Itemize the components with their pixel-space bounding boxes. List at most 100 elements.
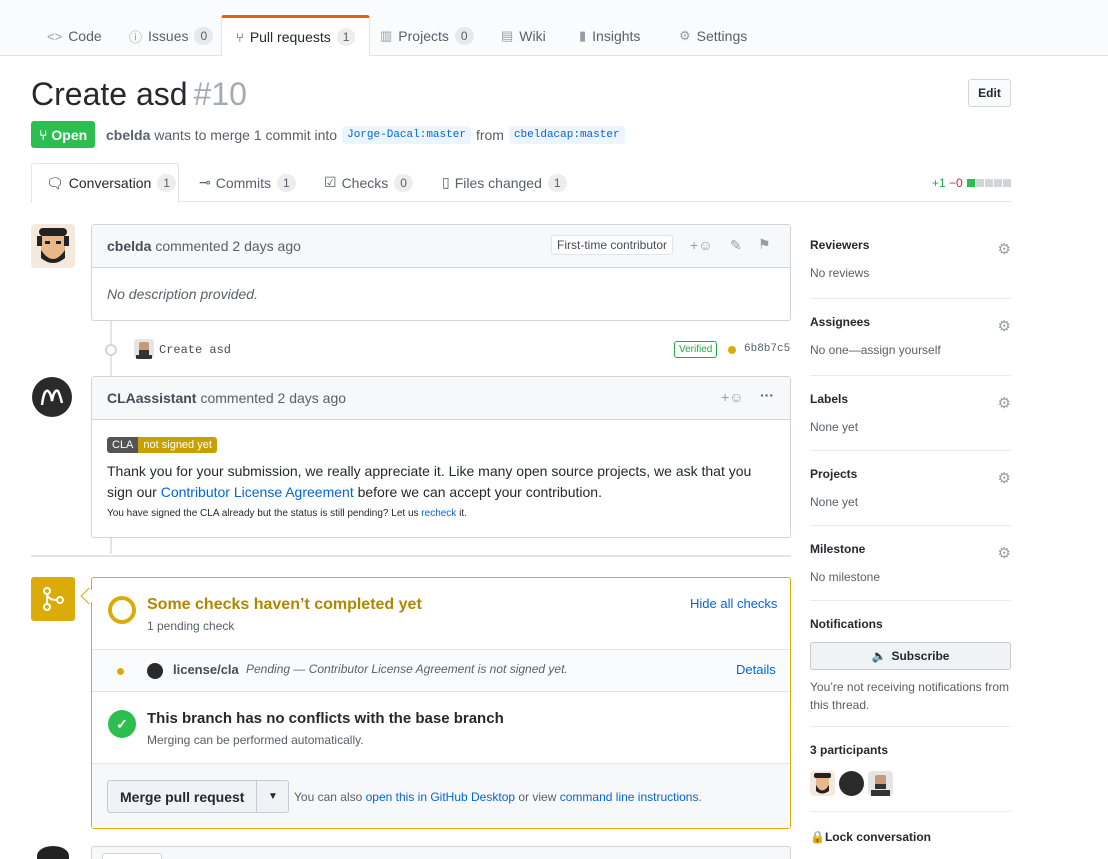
checks-title: Some checks haven’t completed yet [147,596,422,613]
sidebar-participants: 3 participants [810,743,1011,812]
chevron-down-icon[interactable]: ▼ [257,781,288,812]
book-icon: ▤ [501,28,514,43]
diffstat: +1 −0 [932,176,1011,190]
gear-icon[interactable]: ⚙ [998,240,1011,258]
merge-button[interactable]: Merge pull request [108,781,258,812]
details-link[interactable]: Details [736,662,776,677]
sidebar-milestone: Milestone ⚙ No milestone [810,542,1011,601]
lock-icon: 🔒 [810,830,825,844]
avatar[interactable] [134,339,154,359]
verified-badge[interactable]: Verified [674,341,718,358]
pending-status-icon[interactable] [728,346,736,354]
tab-files-changed[interactable]: ▯ Files changed 1 [428,163,581,202]
issue-icon: ⓘ [129,29,143,45]
report-icon[interactable]: ⚑ [758,236,771,253]
comment-author[interactable]: CLAassistant [107,390,196,406]
conflict-title: This branch has no conflicts with the ba… [147,710,504,727]
commit-sha[interactable]: 6b8b7c5 [744,343,790,355]
tab-conversation[interactable]: 🗨 Conversation 1 [31,163,179,203]
cla-badge[interactable]: CLA not signed yet [107,437,217,453]
avatar[interactable] [32,377,72,417]
sidebar-assignees: Assignees ⚙ No one—assign yourself [810,315,1011,376]
tab-insights[interactable]: ▮ Insights [565,16,654,56]
tab-code[interactable]: <> Code [33,16,116,56]
avatar[interactable] [31,224,75,268]
comment-time[interactable]: 2 days ago [232,238,301,254]
status-badge: ⑂ Open [31,121,96,148]
add-reaction-button[interactable]: +☺ [721,389,743,405]
add-reaction-button[interactable]: +☺ [690,237,712,253]
comment-author[interactable]: cbelda [107,238,151,254]
sidebar-projects: Projects ⚙ None yet [810,467,1011,526]
check-icon: ✓ [108,710,136,738]
sidebar-reviewers: Reviewers ⚙ No reviews [810,238,1011,299]
graph-icon: ▮ [579,28,587,43]
pending-icon [108,596,136,624]
merge-button-group: Merge pull request ▼ [107,780,290,813]
pr-number: #10 [193,76,247,112]
base-branch[interactable]: Jorge-Dacal:master [342,126,471,144]
smiley-icon: ☺ [698,237,713,253]
conflict-row: ✓ This branch has no conflicts with the … [92,692,790,764]
checklist-icon: ☑ [324,174,337,190]
speaker-icon: 🔈 [871,649,887,663]
cla-link[interactable]: Contributor License Agreement [161,484,354,500]
merge-box: Some checks haven’t completed yet 1 pend… [91,577,791,829]
gear-icon[interactable]: ⚙ [998,544,1011,562]
hide-checks-link[interactable]: Hide all checks [690,596,777,611]
edit-button[interactable]: Edit [968,79,1011,107]
gear-icon[interactable]: ⚙ [998,317,1011,335]
gear-icon[interactable]: ⚙ [998,394,1011,412]
projects-counter: 0 [454,27,474,45]
tab-issues[interactable]: ⓘ Issues 0 [115,16,227,56]
timeline-line [110,538,112,554]
sidebar-notifications: Notifications 🔈 Subscribe You’re not rece… [810,617,1011,727]
tab-checks[interactable]: ☑ Checks 0 [310,163,427,202]
head-branch[interactable]: cbeldacap:master [508,126,625,144]
comment-header: cbelda commented 2 days ago First-time co… [92,225,790,268]
commit-message[interactable]: Create asd [159,343,231,357]
gear-icon[interactable]: ⚙ [998,469,1011,487]
subscribe-button[interactable]: 🔈 Subscribe [810,642,1011,670]
checks-summary: Some checks haven’t completed yet 1 pend… [92,578,790,650]
lock-conversation-link[interactable]: 🔒Lock conversation [810,830,931,844]
avatar[interactable] [810,771,835,796]
sidebar-labels: Labels ⚙ None yet [810,392,1011,451]
conflict-subtitle: Merging can be performed automatically. [147,733,364,747]
comment-body: No description provided. [107,286,258,302]
pull-request-icon: ⑂ [39,126,48,143]
timeline-divider [31,555,791,557]
comment-body: CLA not signed yet Thank you for your sub… [107,437,752,519]
diffstat-bar [967,179,975,187]
pencil-icon[interactable]: ✎ [730,237,742,254]
comment-header: CLAassistant commented 2 days ago +☺ ··· [92,377,790,420]
git-merge-icon [31,577,75,621]
cli-instructions-link[interactable]: command line instructions [560,790,699,804]
more-icon[interactable]: ··· [760,387,774,403]
merge-actions: Merge pull request ▼ You can also open t… [92,764,790,828]
recheck-link[interactable]: recheck [421,508,456,519]
comment-time[interactable]: 2 days ago [278,390,347,406]
tab-settings[interactable]: ⚙ Settings [665,16,761,56]
merge-hint: You can also open this in GitHub Desktop… [294,790,702,804]
issues-counter: 0 [194,27,214,45]
code-icon: <> [47,28,63,44]
avatar [147,663,163,679]
check-row: license/cla Pending — Contributor Licens… [92,650,790,692]
write-tab[interactable] [102,853,162,859]
gear-icon: ⚙ [679,28,691,43]
avatar[interactable] [868,771,893,796]
github-desktop-link[interactable]: open this in GitHub Desktop [366,790,515,804]
comment-claassistant: CLAassistant commented 2 days ago +☺ ··· … [91,376,791,538]
participants-avatars [810,771,893,796]
pr-counter: 1 [336,28,356,46]
tab-wiki[interactable]: ▤ Wiki [487,16,560,56]
tab-projects[interactable]: ▥ Projects 0 [366,16,488,56]
repo-nav: <> Code ⓘ Issues 0 ⑂ Pull requests 1 ▥ Project… [0,0,1108,56]
tab-commits[interactable]: ⊸ Commits 1 [185,163,310,202]
first-time-contributor-badge: First-time contributor [551,235,674,255]
checks-subtitle: 1 pending check [147,619,235,633]
tab-pull-requests[interactable]: ⑂ Pull requests 1 [221,15,371,56]
author-link[interactable]: cbelda [106,127,150,143]
avatar[interactable] [839,771,864,796]
